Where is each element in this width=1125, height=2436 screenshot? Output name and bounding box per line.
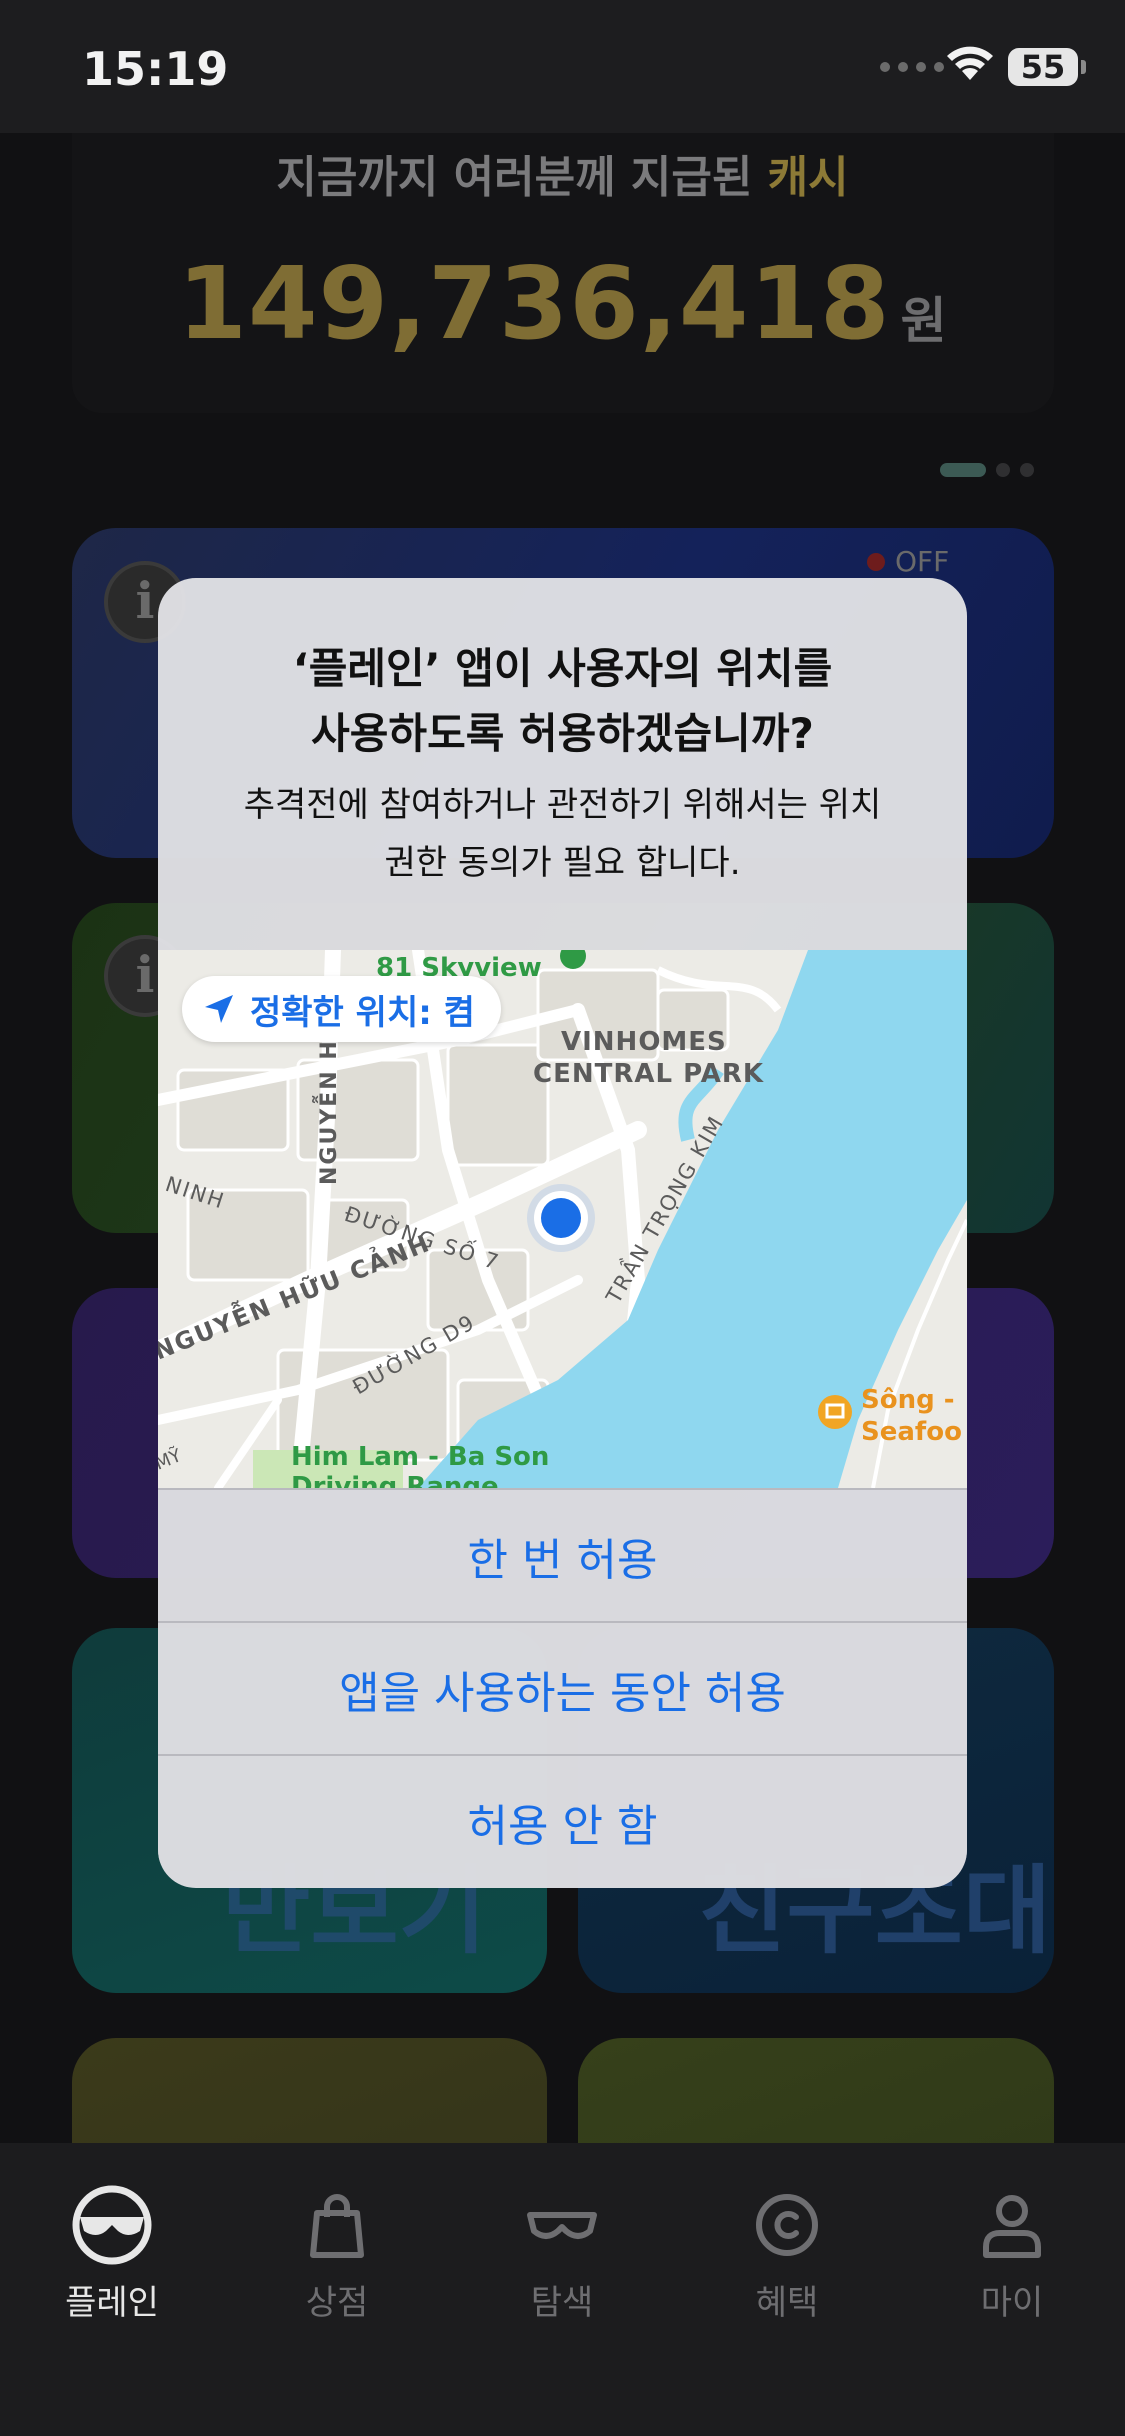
app-screen: 15:19 55 지금까지 여러분께 지급된 캐시 149,736,418 원 i…: [0, 0, 1125, 2436]
status-time: 15:19: [82, 42, 229, 96]
dont-allow-button[interactable]: 허용 안 함: [158, 1754, 967, 1887]
precise-location-label: 정확한 위치: 켬: [250, 992, 475, 1033]
shopping-bag-icon: [310, 2194, 364, 2258]
coin-icon: [756, 2194, 818, 2256]
cash-label-text: 지금까지 여러분께 지급된: [276, 152, 753, 203]
map-label-nguyen-h: NGUYỄN H: [313, 1039, 342, 1185]
tab-plane[interactable]: 플레인: [32, 2183, 192, 2324]
bottom-tab-bar: 플레인 상점 탐색 혜택 마이: [0, 2143, 1125, 2436]
battery-indicator: 55: [1008, 48, 1086, 86]
tab-explore[interactable]: 탐색: [482, 2183, 642, 2324]
alert-title: ‘플레인’ 앱이 사용자의 위치를 사용하도록 허용하겠습니까?: [292, 644, 833, 758]
cash-label-accent: 캐시: [767, 152, 849, 203]
tab-label: 탐색: [530, 2283, 594, 2323]
allow-while-using-button[interactable]: 앱을 사용하는 동안 허용: [158, 1621, 967, 1754]
cash-label: 지금까지 여러분께 지급된 캐시: [0, 141, 1125, 205]
wifi-icon: [947, 46, 993, 80]
carousel-page-dots: [940, 463, 1034, 477]
tab-label: 혜택: [755, 2283, 819, 2323]
cash-amount-value: 149,736,418: [177, 245, 891, 362]
person-icon: [983, 2195, 1041, 2258]
map-label-him-lam: Him Lam - Ba Son: [291, 1442, 549, 1472]
tab-label: 플레인: [65, 2283, 159, 2323]
signal-dots-icon: [880, 62, 944, 72]
location-arrow-icon: [205, 995, 233, 1023]
map-label-central-park: CENTRAL PARK: [533, 1059, 764, 1089]
glasses-icon: [527, 2212, 597, 2239]
map-label-song: Sông -: [861, 1385, 955, 1415]
precise-location-toggle[interactable]: 정확한 위치: 켬: [182, 976, 501, 1042]
location-permission-alert: ‘플레인’ 앱이 사용자의 위치를 사용하도록 허용하겠습니까? 추격전에 참여…: [158, 578, 967, 1888]
alert-message: 추격전에 참여하거나 관전하기 위해서는 위치 권한 동의가 필요 합니다.: [243, 785, 882, 883]
status-bar: 15:19 55: [0, 0, 1125, 133]
cash-amount: 149,736,418 원: [0, 245, 1125, 362]
location-map-preview[interactable]: 81 Skyview VINHOMES CENTRAL PARK TRẦN TR…: [158, 950, 967, 1488]
off-status-label: OFF: [866, 545, 950, 578]
current-location-pin: [527, 1184, 595, 1252]
tab-label: 상점: [305, 2283, 369, 2323]
plane-mask-icon: [72, 2185, 152, 2265]
tab-label: 마이: [980, 2283, 1044, 2323]
map-label-vinhomes: VINHOMES: [561, 1027, 727, 1057]
tab-shop[interactable]: 상점: [257, 2183, 417, 2324]
allow-once-button[interactable]: 한 번 허용: [158, 1488, 967, 1621]
map-label-driving-range: Driving Range: [291, 1472, 499, 1488]
tab-my[interactable]: 마이: [932, 2183, 1092, 2324]
map-label-seafood: Seafoo: [861, 1417, 962, 1447]
alert-buttons: 한 번 허용 앱을 사용하는 동안 허용 허용 안 함: [158, 1488, 967, 1887]
tab-benefits[interactable]: 혜택: [707, 2183, 867, 2324]
cash-amount-unit: 원: [900, 292, 948, 350]
